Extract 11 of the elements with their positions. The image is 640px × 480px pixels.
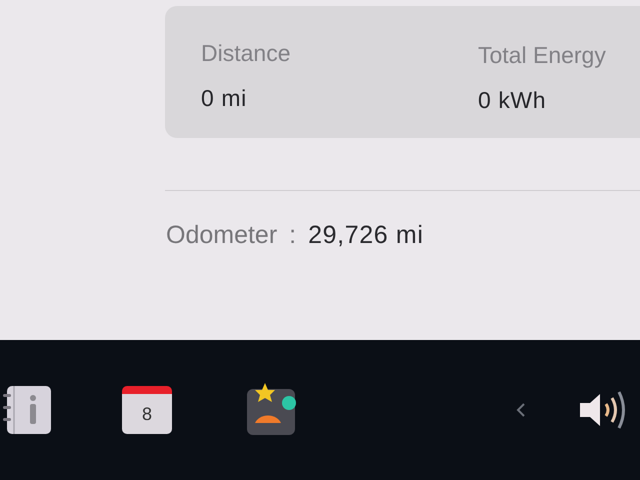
stat-value: 0 mi [201, 84, 248, 112]
stat-label: Total Energy [478, 41, 607, 70]
stat-label: Distance [201, 39, 292, 68]
odometer-value: 29,726 mi [308, 220, 424, 251]
calendar-button[interactable]: 8 [122, 386, 172, 434]
games-icon[interactable] [245, 383, 297, 437]
odometer-label: Odometer [166, 220, 278, 251]
notebook-icon[interactable] [2, 386, 52, 434]
chevron-left-icon[interactable] [516, 402, 526, 418]
separator: : [289, 220, 296, 251]
stat-value: 0 kWh [478, 86, 548, 114]
